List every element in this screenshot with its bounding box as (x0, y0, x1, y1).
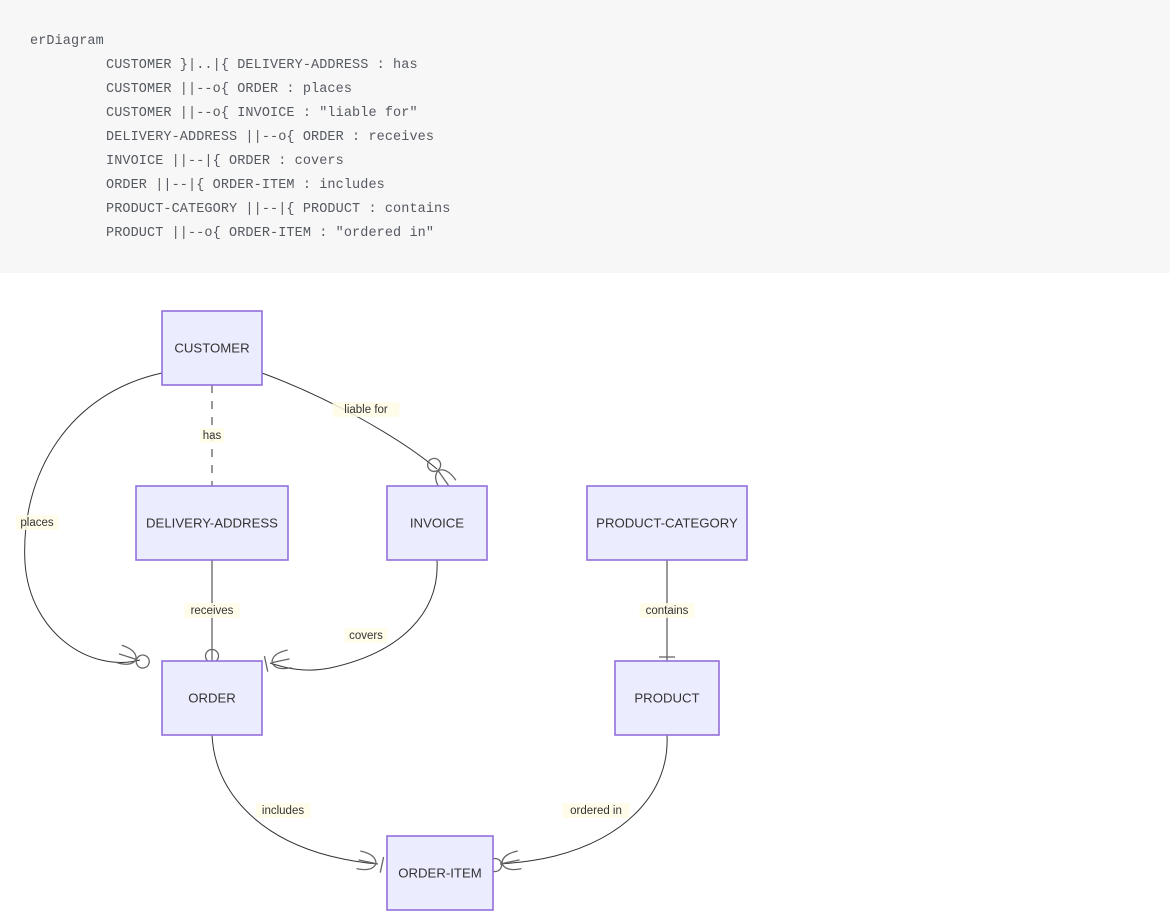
marker-invoice-zeroormany (426, 457, 457, 491)
entity-product[interactable]: PRODUCT (614, 660, 720, 736)
relationship-label-contains: contains (639, 603, 695, 618)
label-text: ordered in (570, 805, 622, 817)
label-text: includes (262, 805, 304, 817)
label-text: places (20, 517, 53, 529)
relationship-label-covers: covers (344, 628, 388, 643)
label-text: receives (191, 605, 234, 617)
edge-product-orderitem (499, 734, 668, 865)
relationship-label-liable-for: liable for (332, 402, 400, 417)
er-diagram-canvas: CUSTOMER DELIVERY-ADDRESS INVOICE PRODUCT-C… (0, 273, 1170, 912)
entity-label: PRODUCT-CATEGORY (596, 515, 738, 530)
mermaid-source-code[interactable]: erDiagram CUSTOMER }|..|{ DELIVERY-ADDRES… (0, 30, 1170, 246)
entity-label: PRODUCT (634, 690, 699, 705)
entity-order[interactable]: ORDER (161, 660, 263, 736)
relationship-labels: has places liable for receives covers include… (15, 402, 695, 818)
label-text: has (203, 430, 222, 442)
code-line: CUSTOMER ||--o{ INVOICE : "liable for" (106, 106, 418, 121)
entity-label: DELIVERY-ADDRESS (146, 515, 278, 530)
relationship-label-places: places (15, 515, 59, 530)
relationship-label-receives: receives (184, 603, 240, 618)
code-panel: erDiagram CUSTOMER }|..|{ DELIVERY-ADDRES… (0, 0, 1170, 273)
code-line: CUSTOMER }|..|{ DELIVERY-ADDRESS : has (106, 58, 418, 73)
label-text: contains (646, 605, 689, 617)
relationship-label-has: has (199, 428, 225, 443)
er-diagram-svg: CUSTOMER DELIVERY-ADDRESS INVOICE PRODUCT-C… (15, 310, 748, 911)
edge-customer-invoice (261, 372, 438, 470)
edge-order-orderitem (211, 734, 379, 865)
relationship-edges (24, 372, 668, 865)
code-line: PRODUCT-CATEGORY ||--|{ PRODUCT : contai… (106, 202, 451, 217)
code-line-header: erDiagram (30, 34, 104, 49)
entity-label: ORDER-ITEM (398, 865, 482, 880)
marker-order-oneormany-covers (263, 649, 292, 672)
label-text: liable for (344, 404, 388, 416)
code-line: ORDER ||--|{ ORDER-ITEM : includes (106, 178, 385, 193)
entity-customer[interactable]: CUSTOMER (161, 310, 263, 386)
edge-invoice-order (269, 559, 438, 671)
entity-label: INVOICE (410, 515, 464, 530)
relationship-label-includes: includes (255, 803, 311, 818)
marker-order-zeroormany-places (115, 644, 150, 669)
code-line: INVOICE ||--|{ ORDER : covers (106, 154, 344, 169)
entity-label: CUSTOMER (174, 340, 249, 355)
code-line: PRODUCT ||--o{ ORDER-ITEM : "ordered in" (106, 226, 435, 241)
code-line: CUSTOMER ||--o{ ORDER : places (106, 82, 353, 97)
er-diagram-page: erDiagram CUSTOMER }|..|{ DELIVERY-ADDRES… (0, 0, 1170, 912)
entity-order-item[interactable]: ORDER-ITEM (386, 835, 494, 911)
entity-label: ORDER (188, 690, 236, 705)
relationship-label-ordered-in: ordered in (562, 803, 630, 818)
entity-invoice[interactable]: INVOICE (386, 485, 488, 561)
entity-delivery-address[interactable]: DELIVERY-ADDRESS (135, 485, 289, 561)
entity-product-category[interactable]: PRODUCT-CATEGORY (586, 485, 748, 561)
code-line: DELIVERY-ADDRESS ||--o{ ORDER : receives (106, 130, 435, 145)
label-text: covers (349, 630, 383, 642)
